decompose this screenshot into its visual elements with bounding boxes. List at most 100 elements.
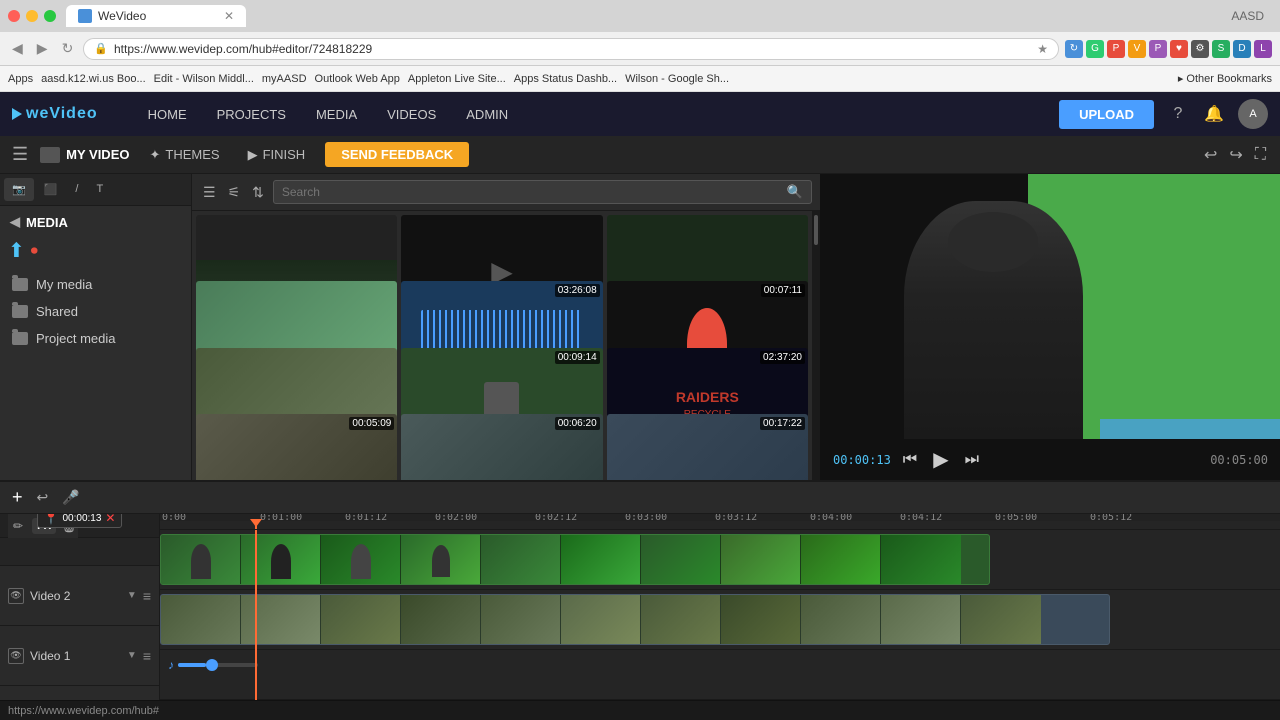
media-scrollbar[interactable] (812, 211, 820, 480)
bookmark-edit[interactable]: Edit - Wilson Middl... (154, 73, 254, 85)
ruler-mark-3: 0:02:00 (435, 514, 477, 521)
tab-close-button[interactable]: ✕ (224, 9, 234, 23)
track-visibility-video2[interactable]: 👁 (8, 588, 24, 604)
track-row-video2[interactable] (160, 530, 1280, 590)
tab-media[interactable]: 📷 (4, 178, 34, 201)
address-bar[interactable]: 🔒 https://www.wevidep.com/hub#editor/724… (83, 38, 1059, 60)
track-visibility-video1[interactable]: 👁 (8, 648, 24, 664)
folder-icon-project-media (12, 332, 28, 345)
url-display: https://www.wevidep.com/hub#editor/72481… (114, 42, 372, 56)
bookmark-wilson-google[interactable]: Wilson - Google Sh... (625, 73, 729, 85)
upload-button[interactable]: UPLOAD (1059, 100, 1154, 129)
forward-button[interactable]: ▶ (33, 38, 52, 59)
media-actions: ⬆ ⏺ (0, 234, 191, 267)
ext-icon-1[interactable]: ↻ (1065, 40, 1083, 58)
folder-my-media[interactable]: My media (0, 271, 191, 298)
undo-timeline-button[interactable]: ↩ (33, 487, 53, 508)
redo-button[interactable]: ↪ (1227, 143, 1244, 167)
playhead-indicator (255, 521, 257, 529)
bookmark-other[interactable]: ▸ Other Bookmarks (1178, 72, 1272, 85)
clip-frame (881, 535, 961, 584)
user-avatar[interactable]: A (1238, 99, 1268, 129)
edit-pencil-button[interactable]: ✏ (8, 517, 28, 535)
upload-media-button[interactable]: ⬆ (8, 238, 25, 263)
browser-titlebar: WeVideo ✕ AASD (0, 0, 1280, 32)
bookmark-aasd[interactable]: aasd.k12.wi.us Boo... (41, 73, 146, 85)
list-view-button[interactable]: ☰ (200, 181, 219, 204)
bookmark-apps-status[interactable]: Apps Status Dashb... (514, 73, 617, 85)
themes-button[interactable]: ✦ THEMES (141, 143, 227, 167)
ext-icon-7[interactable]: ⚙ (1191, 40, 1209, 58)
tab-effects[interactable]: / (67, 178, 86, 201)
minimize-window-button[interactable] (26, 10, 38, 22)
ext-icon-3[interactable]: P (1107, 40, 1125, 58)
nav-videos[interactable]: VIDEOS (373, 101, 450, 128)
bookmark-myaasd[interactable]: myAASD (262, 73, 307, 85)
bookmark-apps[interactable]: Apps (8, 73, 33, 85)
bookmark-appleton[interactable]: Appleton Live Site... (408, 73, 506, 85)
bookmark-outlook[interactable]: Outlook Web App (315, 73, 400, 85)
clip-video2[interactable] (160, 534, 990, 585)
nav-media[interactable]: MEDIA (302, 101, 371, 128)
ext-icon-8[interactable]: S (1212, 40, 1230, 58)
media-item-10[interactable]: 00:05:09 (196, 414, 397, 480)
record-button[interactable]: ⏺ (31, 242, 38, 259)
hamburger-menu-icon[interactable]: ☰ (12, 144, 28, 165)
notifications-icon[interactable]: 🔔 (1202, 104, 1226, 124)
track-row-audio1[interactable]: ♪ (160, 650, 1280, 700)
track-caret-video2[interactable]: ▼ (127, 590, 137, 601)
media-back-arrow[interactable]: ◀ (10, 214, 20, 230)
folder-icon-my-media (12, 278, 28, 291)
media-item-11[interactable]: 00:06:20 (401, 414, 602, 480)
volume-track[interactable] (178, 663, 258, 667)
ext-icon-6[interactable]: ♥ (1170, 40, 1188, 58)
clip-frame (161, 535, 241, 584)
track-row-video1[interactable] (160, 590, 1280, 650)
ext-icon-10[interactable]: L (1254, 40, 1272, 58)
nav-admin[interactable]: ADMIN (452, 101, 522, 128)
playhead-close-button[interactable]: ✕ (105, 514, 115, 525)
close-window-button[interactable] (8, 10, 20, 22)
refresh-button[interactable]: ↻ (58, 38, 78, 59)
maximize-window-button[interactable] (44, 10, 56, 22)
add-track-button[interactable]: + (8, 485, 27, 510)
ext-icon-9[interactable]: D (1233, 40, 1251, 58)
search-input[interactable] (282, 185, 787, 199)
ruler-mark-7: 0:04:00 (810, 514, 852, 521)
finish-button[interactable]: ▶ FINISH (240, 143, 314, 167)
help-icon[interactable]: ? (1166, 105, 1190, 123)
skip-to-start-button[interactable]: ⏮ (899, 449, 921, 471)
skip-to-end-button[interactable]: ⏭ (961, 449, 983, 471)
project-title-label: MY VIDEO (66, 147, 129, 162)
fullscreen-button[interactable]: ⛶ (1253, 144, 1268, 166)
nav-projects[interactable]: PROJECTS (203, 101, 300, 128)
ext-icon-5[interactable]: P (1149, 40, 1167, 58)
folder-shared[interactable]: Shared (0, 298, 191, 325)
back-button[interactable]: ◀ (8, 38, 27, 59)
tab-text[interactable]: T (88, 178, 111, 201)
track-caret-video1[interactable]: ▼ (127, 650, 137, 661)
track-menu-video1[interactable]: ≡ (143, 648, 151, 664)
folder-project-media[interactable]: Project media (0, 325, 191, 352)
ext-icon-2[interactable]: G (1086, 40, 1104, 58)
clip-frame (801, 595, 881, 644)
sort-button[interactable]: ⇅ (249, 181, 267, 204)
ruler-mark-5: 0:03:00 (625, 514, 667, 521)
nav-home[interactable]: HOME (134, 101, 201, 128)
track-label-video2: 👁 Video 2 ▼ ≡ (0, 566, 159, 626)
ext-icon-4[interactable]: V (1128, 40, 1146, 58)
clip-video1[interactable] (160, 594, 1110, 645)
undo-button[interactable]: ↩ (1202, 143, 1219, 167)
microphone-button[interactable]: 🎤 (58, 487, 83, 508)
volume-thumb[interactable] (206, 659, 218, 671)
playhead-line (255, 530, 257, 700)
feedback-button[interactable]: SEND FEEDBACK (325, 142, 469, 167)
filter-button[interactable]: ⚟ (225, 181, 244, 204)
track-menu-video2[interactable]: ≡ (143, 588, 151, 604)
browser-tab[interactable]: WeVideo ✕ (66, 5, 246, 27)
media-item-12[interactable]: 00:17:22 (607, 414, 808, 480)
preview-panel: 00:00:13 ⏮ ▶ ⏭ 00:05:00 (820, 174, 1280, 480)
volume-slider[interactable]: ♪ (164, 658, 258, 672)
tab-transitions[interactable]: ⬛ (36, 178, 66, 201)
play-button[interactable]: ▶ (929, 445, 952, 474)
